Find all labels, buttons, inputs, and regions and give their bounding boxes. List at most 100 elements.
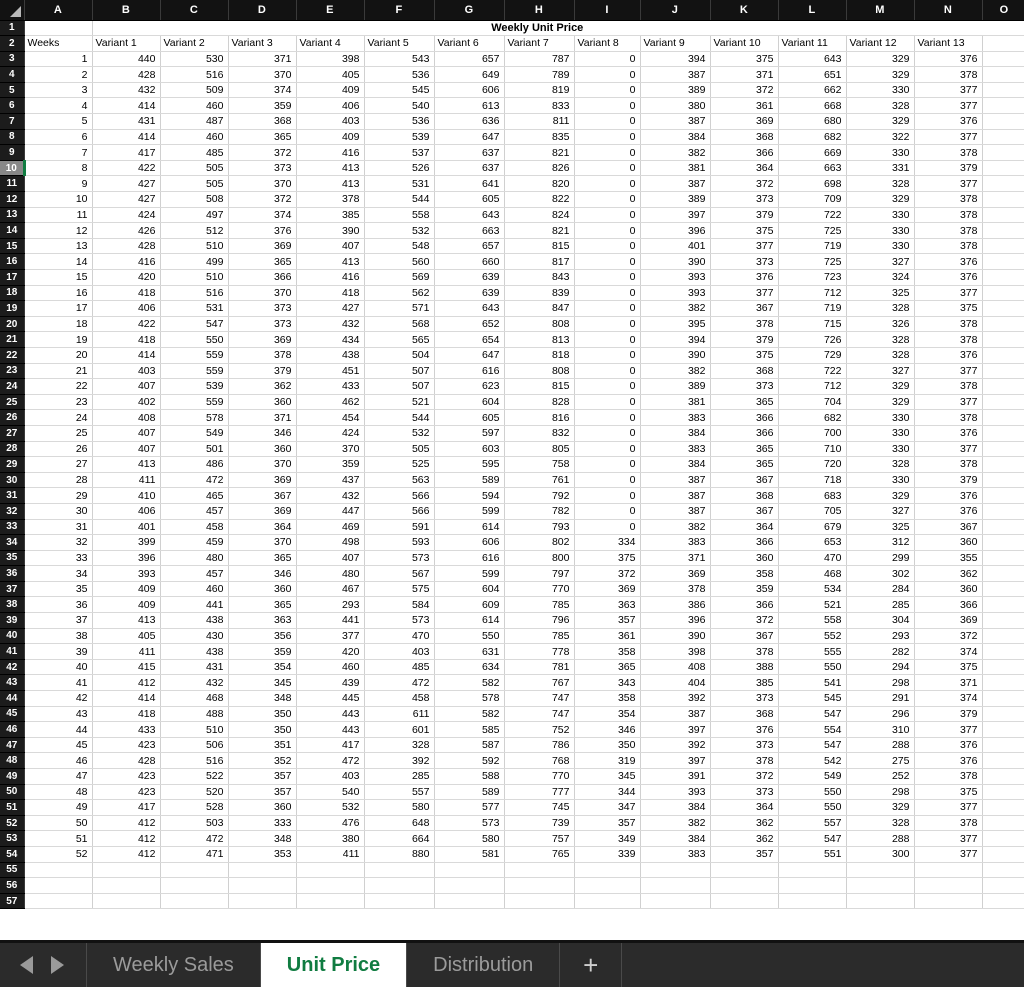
- grid-cell[interactable]: 412: [92, 815, 161, 832]
- grid-cell[interactable]: 359: [228, 643, 297, 660]
- grid-cell[interactable]: [228, 893, 297, 910]
- grid-cell[interactable]: 361: [710, 97, 779, 115]
- grid-cell[interactable]: 0: [574, 378, 641, 395]
- grid-cell[interactable]: 549: [160, 425, 229, 442]
- grid-cell[interactable]: 18: [24, 316, 93, 333]
- grid-cell[interactable]: 460: [296, 659, 365, 676]
- grid-cell[interactable]: [846, 893, 915, 910]
- grid-cell[interactable]: 368: [710, 487, 779, 504]
- grid-cell[interactable]: 348: [228, 830, 297, 847]
- grid-cell[interactable]: [982, 456, 1024, 473]
- grid-cell[interactable]: 372: [710, 82, 779, 99]
- grid-cell[interactable]: 614: [434, 519, 505, 536]
- grid-cell[interactable]: 324: [846, 269, 915, 286]
- grid-cell[interactable]: 2: [24, 66, 93, 83]
- grid-cell[interactable]: 357: [228, 768, 297, 785]
- column-label-cell[interactable]: Variant 7: [504, 35, 575, 52]
- grid-cell[interactable]: 663: [778, 160, 847, 177]
- grid-cell[interactable]: 10: [24, 191, 93, 208]
- grid-cell[interactable]: 377: [914, 799, 983, 816]
- grid-cell[interactable]: 648: [364, 815, 435, 832]
- grid-cell[interactable]: 557: [778, 815, 847, 832]
- grid-cell[interactable]: 377: [914, 394, 983, 411]
- grid-cell[interactable]: 47: [24, 768, 93, 785]
- grid-cell[interactable]: 389: [640, 191, 711, 208]
- row-header-4[interactable]: 4: [0, 66, 25, 83]
- grid-cell[interactable]: 384: [640, 456, 711, 473]
- row-header-26[interactable]: 26: [0, 409, 25, 426]
- grid-cell[interactable]: 549: [778, 768, 847, 785]
- row-header-3[interactable]: 3: [0, 51, 25, 68]
- grid-cell[interactable]: 379: [914, 706, 983, 723]
- grid-cell[interactable]: 460: [160, 97, 229, 115]
- grid-cell[interactable]: 375: [710, 222, 779, 239]
- grid-cell[interactable]: 329: [846, 799, 915, 816]
- column-label-cell[interactable]: Weeks: [24, 35, 93, 52]
- grid-cell[interactable]: 390: [640, 347, 711, 364]
- grid-cell[interactable]: 522: [160, 768, 229, 785]
- grid-cell[interactable]: 539: [160, 378, 229, 395]
- grid-cell[interactable]: 354: [574, 706, 641, 723]
- grid-cell[interactable]: 378: [710, 752, 779, 769]
- grid-cell[interactable]: 824: [504, 207, 575, 224]
- row-header-53[interactable]: 53: [0, 830, 25, 847]
- grid-cell[interactable]: 817: [504, 253, 575, 270]
- grid-cell[interactable]: 387: [640, 472, 711, 489]
- grid-cell[interactable]: 378: [914, 409, 983, 426]
- grid-cell[interactable]: 534: [778, 581, 847, 598]
- grid-cell[interactable]: 506: [160, 737, 229, 754]
- grid-cell[interactable]: 581: [434, 846, 505, 863]
- column-header-f[interactable]: F: [364, 0, 435, 21]
- grid-cell[interactable]: [982, 409, 1024, 426]
- grid-cell[interactable]: 575: [364, 581, 435, 598]
- grid-cell[interactable]: 468: [778, 565, 847, 582]
- grid-cell[interactable]: 414: [92, 347, 161, 364]
- grid-cell[interactable]: 362: [710, 830, 779, 847]
- grid-cell[interactable]: 0: [574, 487, 641, 504]
- grid-cell[interactable]: 377: [914, 830, 983, 847]
- grid-cell[interactable]: 392: [364, 752, 435, 769]
- grid-cell[interactable]: 485: [160, 144, 229, 161]
- grid-cell[interactable]: 372: [710, 175, 779, 193]
- grid-cell[interactable]: 325: [846, 285, 915, 302]
- grid-cell[interactable]: 28: [24, 472, 93, 489]
- grid-cell[interactable]: 578: [160, 409, 229, 426]
- column-header-d[interactable]: D: [228, 0, 297, 21]
- grid-cell[interactable]: 367: [710, 503, 779, 520]
- grid-cell[interactable]: [982, 394, 1024, 411]
- grid-cell[interactable]: 770: [504, 768, 575, 785]
- grid-cell[interactable]: 387: [640, 503, 711, 520]
- grid-cell[interactable]: 547: [778, 830, 847, 847]
- grid-cell[interactable]: 723: [778, 269, 847, 286]
- grid-cell[interactable]: 447: [296, 503, 365, 520]
- grid-cell[interactable]: 409: [92, 581, 161, 598]
- grid-cell[interactable]: 330: [846, 222, 915, 239]
- grid-cell[interactable]: [982, 612, 1024, 629]
- grid-cell[interactable]: 414: [92, 129, 161, 146]
- grid-cell[interactable]: 698: [778, 175, 847, 193]
- grid-cell[interactable]: 397: [640, 721, 711, 738]
- grid-cell[interactable]: [982, 815, 1024, 832]
- grid-cell[interactable]: 351: [228, 737, 297, 754]
- grid-cell[interactable]: 718: [778, 472, 847, 489]
- grid-cell[interactable]: 634: [434, 659, 505, 676]
- grid-cell[interactable]: 361: [574, 628, 641, 645]
- grid-cell[interactable]: 412: [92, 846, 161, 863]
- grid-cell[interactable]: 375: [710, 347, 779, 364]
- grid-cell[interactable]: 544: [364, 191, 435, 208]
- grid-cell[interactable]: [504, 893, 575, 910]
- grid-cell[interactable]: 389: [640, 378, 711, 395]
- grid-cell[interactable]: 532: [296, 799, 365, 816]
- grid-cell[interactable]: 359: [228, 97, 297, 115]
- grid-cell[interactable]: 379: [914, 160, 983, 177]
- grid-cell[interactable]: 800: [504, 550, 575, 567]
- grid-cell[interactable]: 319: [574, 752, 641, 769]
- grid-cell[interactable]: 394: [640, 331, 711, 348]
- grid-cell[interactable]: [982, 628, 1024, 645]
- grid-cell[interactable]: 357: [228, 784, 297, 801]
- grid-cell[interactable]: 288: [846, 737, 915, 754]
- grid-cell[interactable]: 408: [640, 659, 711, 676]
- grid-cell[interactable]: 432: [92, 82, 161, 99]
- grid-cell[interactable]: [982, 581, 1024, 598]
- grid-cell[interactable]: 767: [504, 674, 575, 692]
